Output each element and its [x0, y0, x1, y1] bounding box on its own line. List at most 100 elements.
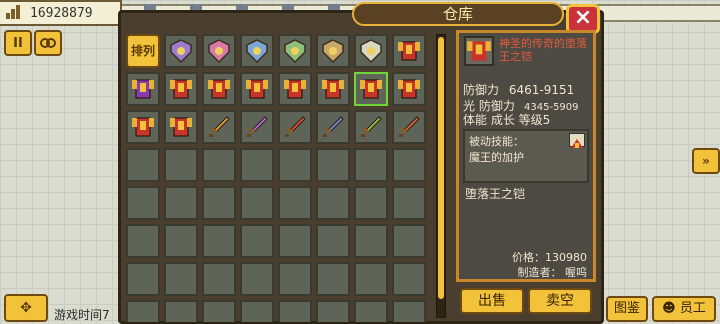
inventory-slot-sword[interactable] [392, 110, 426, 144]
shield-icon [246, 39, 268, 63]
inventory-slot-empty[interactable] [354, 262, 388, 296]
inventory-slot-empty[interactable] [202, 224, 236, 258]
warehouse-title: 仓库 [352, 2, 564, 26]
inventory-slot-empty[interactable] [126, 224, 160, 258]
armor-icon [398, 79, 420, 99]
inventory-slot-shield[interactable] [202, 34, 236, 68]
money-display: 16928879 [0, 0, 122, 26]
move-button[interactable]: ✥ [4, 294, 48, 322]
inventory-slot-empty[interactable] [354, 300, 388, 322]
inventory-slot-sword[interactable] [316, 110, 350, 144]
shield-icon [322, 39, 344, 63]
inventory-slot-empty[interactable] [240, 300, 274, 322]
inventory-slot-empty[interactable] [126, 148, 160, 182]
inventory-slot-empty[interactable] [240, 186, 274, 220]
shield-icon [360, 39, 382, 63]
inventory-slot-sword[interactable] [240, 110, 274, 144]
inventory-slot-empty[interactable] [240, 262, 274, 296]
inventory-slot-empty[interactable] [278, 148, 312, 182]
armor-icon [322, 79, 344, 99]
inventory-slot-empty[interactable] [316, 186, 350, 220]
staff-button[interactable]: ☻ 员工 [652, 296, 716, 322]
inventory-slot-empty[interactable] [392, 148, 426, 182]
inventory-slot-empty[interactable] [316, 224, 350, 258]
armor-icon [360, 79, 382, 99]
inventory-slot-empty[interactable] [202, 300, 236, 322]
item-full-name: 神圣的传奇的堕落王之铠 [499, 37, 587, 63]
price: 价格：130980 [512, 251, 587, 264]
inventory-slot-sword[interactable] [354, 110, 388, 144]
inventory-slot-armor[interactable] [126, 72, 160, 106]
inventory-slot-armor[interactable] [126, 110, 160, 144]
gallery-label: 图鉴 [613, 301, 640, 316]
armor-icon [467, 41, 491, 61]
inventory-slot-armor[interactable] [202, 72, 236, 106]
inventory-slot-armor[interactable] [164, 72, 198, 106]
shield-icon [284, 39, 306, 63]
inventory-slot-empty[interactable] [126, 186, 160, 220]
sell-all-button[interactable]: 卖空 [528, 288, 592, 314]
inventory-slot-shield[interactable] [164, 34, 198, 68]
inventory-slot-sword[interactable] [202, 110, 236, 144]
skill-icon[interactable] [569, 133, 585, 148]
passive-skill-box: 被动技能： 魔王的加护 [463, 129, 589, 183]
gallery-button[interactable]: 图鉴 [606, 296, 648, 322]
inventory-slot-shield[interactable] [316, 34, 350, 68]
armor-icon [246, 79, 268, 99]
inventory-slot-empty[interactable] [202, 186, 236, 220]
inventory-slot-armor[interactable] [316, 72, 350, 106]
inventory-slot-empty[interactable] [240, 148, 274, 182]
inventory-slot-empty[interactable] [164, 224, 198, 258]
inventory-slot-empty[interactable] [316, 262, 350, 296]
armor-icon [132, 117, 154, 137]
inventory-slot-empty[interactable] [354, 148, 388, 182]
inventory-slot-empty[interactable] [126, 300, 160, 322]
inventory-slot-empty[interactable] [316, 148, 350, 182]
armor-icon [170, 117, 192, 137]
grid-scrollbar[interactable] [436, 34, 446, 318]
armor-icon [132, 79, 154, 99]
inventory-slot-armor[interactable] [278, 72, 312, 106]
light-defense-label: 光 防御力 [463, 99, 515, 113]
staff-icon: ☻ [662, 301, 676, 316]
sword-icon [209, 116, 230, 137]
next-page-button[interactable]: » [692, 148, 720, 174]
inventory-slot-empty[interactable] [278, 300, 312, 322]
inventory-slot-shield[interactable] [354, 34, 388, 68]
inventory-slot-empty[interactable] [278, 262, 312, 296]
inventory-slot-empty[interactable] [164, 300, 198, 322]
inventory-slot-shield[interactable] [278, 34, 312, 68]
inventory-slot-empty[interactable] [202, 262, 236, 296]
inventory-slot-armor[interactable] [392, 34, 426, 68]
attributes-row: 体能 成长 等级5 [463, 113, 551, 127]
inventory-slot-armor[interactable] [240, 72, 274, 106]
inventory-slot-shield[interactable] [240, 34, 274, 68]
inventory-slot-armor[interactable] [392, 72, 426, 106]
inventory-slot-armor[interactable] [164, 110, 198, 144]
sell-button[interactable]: 出售 [460, 288, 524, 314]
armor-icon [208, 79, 230, 99]
inventory-slot-empty[interactable] [392, 186, 426, 220]
inventory-slot-empty[interactable] [392, 224, 426, 258]
inventory-slot-empty[interactable] [354, 186, 388, 220]
inventory-slot-empty[interactable] [316, 300, 350, 322]
inventory-slot-empty[interactable] [278, 224, 312, 258]
pause-button[interactable]: II [4, 30, 32, 56]
inventory-slot-empty[interactable] [164, 262, 198, 296]
sort-button[interactable]: 排列 [126, 34, 160, 68]
inventory-slot-empty[interactable] [278, 186, 312, 220]
inventory-slot-empty[interactable] [164, 186, 198, 220]
inventory-slot-empty[interactable] [392, 262, 426, 296]
item-detail-panel: 神圣的传奇的堕落王之铠 防御力 6461-9151 光 防御力 4345-590… [456, 30, 596, 282]
inventory-slot-empty[interactable] [126, 262, 160, 296]
item-grid: 排列 [126, 34, 430, 322]
inventory-slot-empty[interactable] [392, 300, 426, 322]
inventory-slot-empty[interactable] [240, 224, 274, 258]
inventory-slot-empty[interactable] [354, 224, 388, 258]
inventory-slot-empty[interactable] [164, 148, 198, 182]
inventory-slot-sword[interactable] [278, 110, 312, 144]
inventory-slot-empty[interactable] [202, 148, 236, 182]
toggle-view-button[interactable] [34, 30, 62, 56]
inventory-slot-armor[interactable] [354, 72, 388, 106]
scroll-thumb[interactable] [438, 37, 444, 299]
